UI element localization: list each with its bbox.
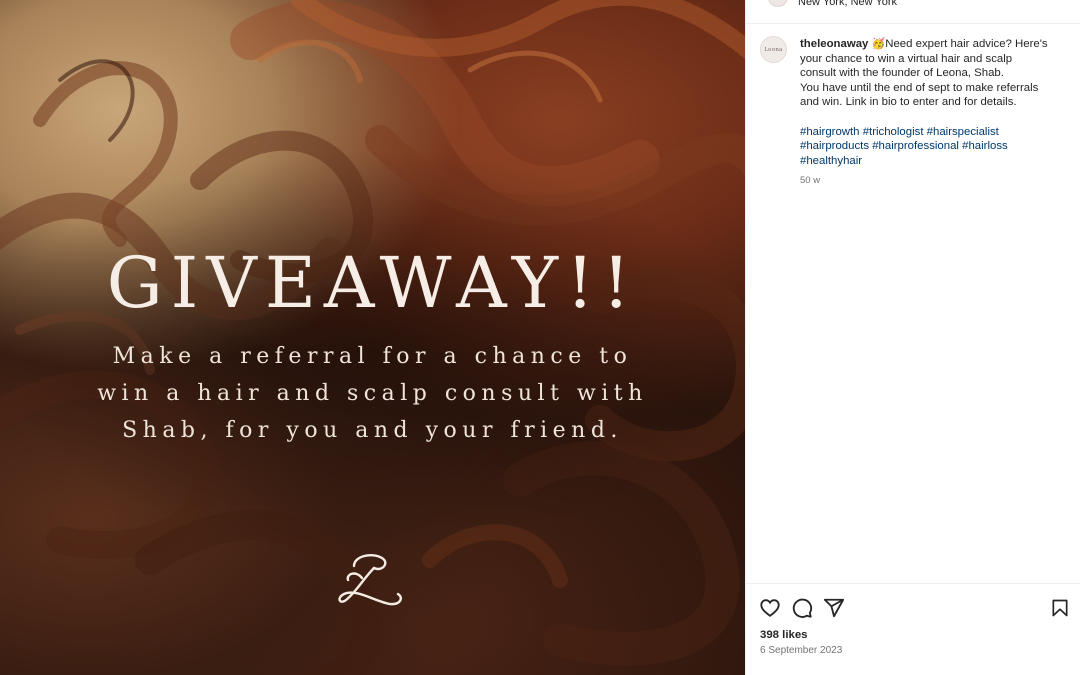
post-side-panel: New York, New York Leona theleonaway 🥳Ne… — [745, 0, 1080, 675]
caption-line-2: your chance to win a virtual hair and sc… — [800, 52, 1013, 65]
heart-icon — [760, 599, 780, 617]
send-icon — [823, 598, 845, 618]
comment-button[interactable] — [790, 596, 814, 620]
post-image[interactable]: GIVEAWAY!! Make a referral for a chance … — [0, 0, 745, 675]
referral-text-line-3: Shab, for you and your friend. — [122, 418, 623, 443]
caption-username[interactable]: theleonaway — [800, 38, 868, 50]
likes-count[interactable]: 398 likes — [760, 629, 808, 641]
hashtag-link[interactable]: #hairproducts — [800, 140, 869, 152]
referral-text-line-2: win a hair and scalp consult with — [97, 381, 648, 406]
post-location[interactable]: New York, New York — [798, 0, 897, 8]
post-header: New York, New York — [746, 0, 1080, 24]
caption-text: theleonaway 🥳Need expert hair advice? He… — [800, 37, 1070, 189]
post-actions: 398 likes 6 September 2023 — [746, 583, 1080, 675]
caption-line-3: consult with the founder of Leona, Shab. — [800, 67, 1004, 80]
hashtag-row-2: #hairproducts #hairprofessional #hairlos… — [800, 139, 1070, 154]
save-button[interactable] — [1048, 596, 1072, 620]
comment-icon — [792, 598, 813, 618]
caption-line-5: and win. Link in bio to enter and for de… — [800, 96, 1017, 109]
hashtag-link[interactable]: #hairgrowth — [800, 126, 860, 138]
hashtag-row-3: #healthyhair — [800, 154, 1070, 169]
post-date[interactable]: 6 September 2023 — [760, 645, 842, 656]
hashtag-row-1: #hairgrowth #trichologist #hairspecialis… — [800, 125, 1070, 140]
leona-logo-icon — [338, 554, 402, 606]
caption-line-1: Need expert hair advice? Here's — [885, 38, 1048, 50]
bookmark-icon — [1052, 599, 1068, 617]
caption-age[interactable]: 50 w — [800, 174, 1070, 189]
share-button[interactable] — [822, 596, 846, 620]
like-button[interactable] — [758, 596, 782, 620]
hashtag-link[interactable]: #hairprofessional — [872, 140, 959, 152]
caption-avatar[interactable]: Leona — [760, 36, 787, 63]
hashtag-link[interactable]: #hairspecialist — [927, 126, 999, 138]
author-avatar[interactable] — [768, 0, 788, 7]
giveaway-headline: GIVEAWAY!! — [106, 242, 639, 324]
hashtag-link[interactable]: #trichologist — [863, 126, 924, 138]
caption-line-4: You have until the end of sept to make r… — [800, 81, 1039, 94]
hashtag-link[interactable]: #hairloss — [962, 140, 1008, 152]
avatar-text: Leona — [764, 46, 783, 53]
party-face-emoji: 🥳 — [871, 38, 886, 50]
referral-text-line-1: Make a referral for a chance to — [112, 344, 633, 369]
hashtag-link[interactable]: #healthyhair — [800, 155, 862, 167]
